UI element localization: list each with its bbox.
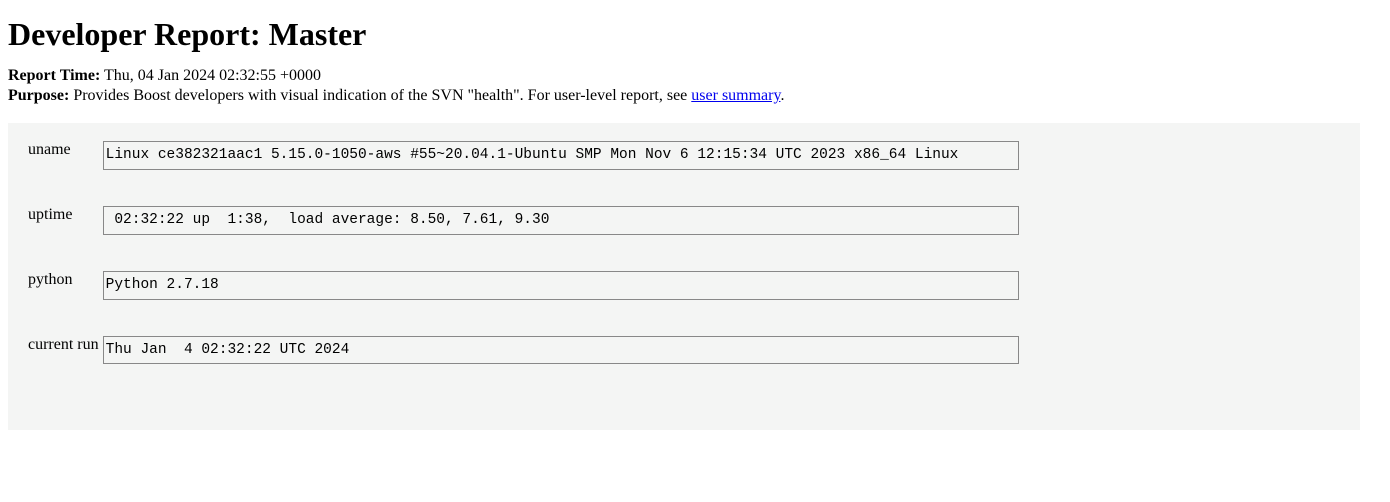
purpose-label: Purpose:	[8, 87, 69, 104]
user-summary-link[interactable]: user summary	[691, 87, 780, 104]
report-time-label: Report Time:	[8, 67, 100, 84]
page-title: Developer Report: Master	[8, 16, 1382, 53]
row-current-run-label: current run	[28, 336, 103, 401]
purpose-text-pre: Provides Boost developers with visual in…	[73, 87, 691, 104]
report-time-line: Report Time: Thu, 04 Jan 2024 02:32:55 +…	[8, 67, 1382, 85]
purpose-text-post: .	[780, 87, 784, 104]
row-current-run-value: Thu Jan 4 02:32:22 UTC 2024	[103, 336, 1019, 365]
table-row: python Python 2.7.18	[28, 271, 1023, 336]
row-python-value: Python 2.7.18	[103, 271, 1019, 300]
table-row: current run Thu Jan 4 02:32:22 UTC 2024	[28, 336, 1023, 401]
report-time-value: Thu, 04 Jan 2024 02:32:55 +0000	[104, 67, 321, 84]
row-uname-value: Linux ce382321aac1 5.15.0-1050-aws #55~2…	[103, 141, 1019, 170]
row-uptime-value: 02:32:22 up 1:38, load average: 8.50, 7.…	[103, 206, 1019, 235]
table-row: uptime 02:32:22 up 1:38, load average: 8…	[28, 206, 1023, 271]
info-panel: uname Linux ce382321aac1 5.15.0-1050-aws…	[8, 123, 1360, 430]
row-python-label: python	[28, 271, 103, 336]
info-table: uname Linux ce382321aac1 5.15.0-1050-aws…	[28, 141, 1023, 400]
row-uname-label: uname	[28, 141, 103, 206]
row-uptime-label: uptime	[28, 206, 103, 271]
purpose-line: Purpose: Provides Boost developers with …	[8, 87, 1382, 105]
table-row: uname Linux ce382321aac1 5.15.0-1050-aws…	[28, 141, 1023, 206]
